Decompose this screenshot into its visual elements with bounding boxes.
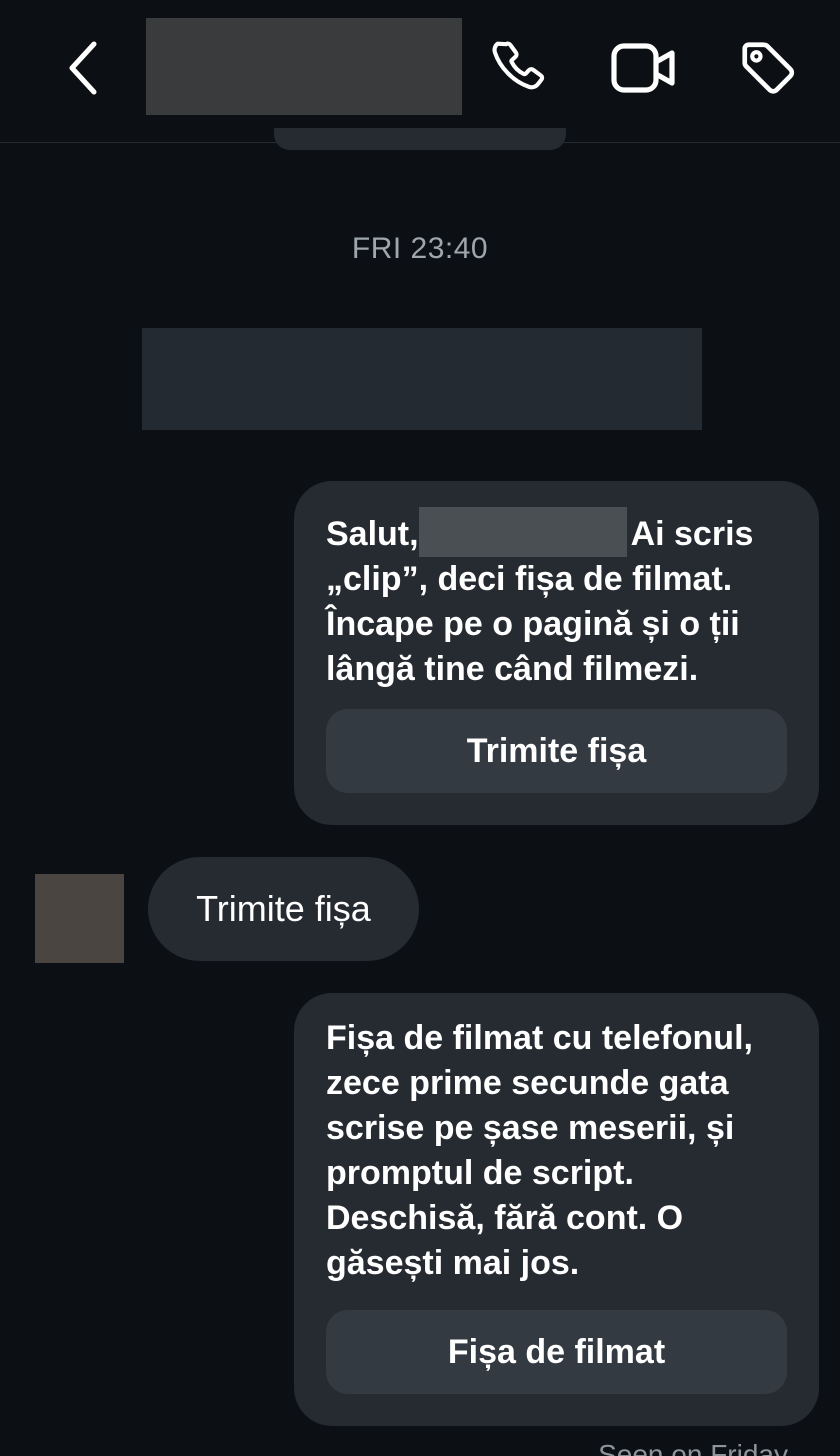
outgoing-message-bubble[interactable]: Fișa de filmat cu telefonul, zece prime … (294, 993, 819, 1426)
previous-message-edge (274, 128, 566, 150)
phone-icon (489, 37, 551, 104)
message-text: Trimite fișa (196, 888, 371, 929)
back-button[interactable] (56, 38, 112, 102)
chat-screen: FRI 23:40 Salut, Ai scris „clip”, deci fi… (0, 0, 840, 1456)
avatar[interactable] (35, 874, 124, 963)
incoming-message-bubble[interactable]: Trimite fișa (148, 857, 419, 961)
video-camera-icon (611, 42, 677, 99)
filming-sheet-button[interactable]: Fișa de filmat (326, 1310, 787, 1394)
message-text: Salut, Ai scris „clip”, deci fișa de film… (326, 507, 791, 692)
chevron-left-icon (64, 38, 104, 103)
send-sheet-button[interactable]: Trimite fișa (326, 709, 787, 793)
seen-status: Seen on Friday (598, 1439, 788, 1456)
thread-timestamp: FRI 23:40 (351, 232, 489, 265)
message-text-start: Salut, (326, 515, 419, 553)
chat-header (0, 0, 840, 143)
tag-icon (737, 37, 799, 104)
contact-name-redacted[interactable] (146, 18, 462, 115)
call-button[interactable] (488, 38, 552, 102)
redacted-name (418, 507, 627, 557)
message-text: Fișa de filmat cu telefonul, zece prime … (326, 1019, 753, 1282)
tag-button[interactable] (736, 38, 800, 102)
outgoing-message-bubble[interactable]: Salut, Ai scris „clip”, deci fișa de film… (294, 481, 819, 825)
redacted-content (142, 328, 702, 430)
video-call-button[interactable] (611, 38, 677, 102)
